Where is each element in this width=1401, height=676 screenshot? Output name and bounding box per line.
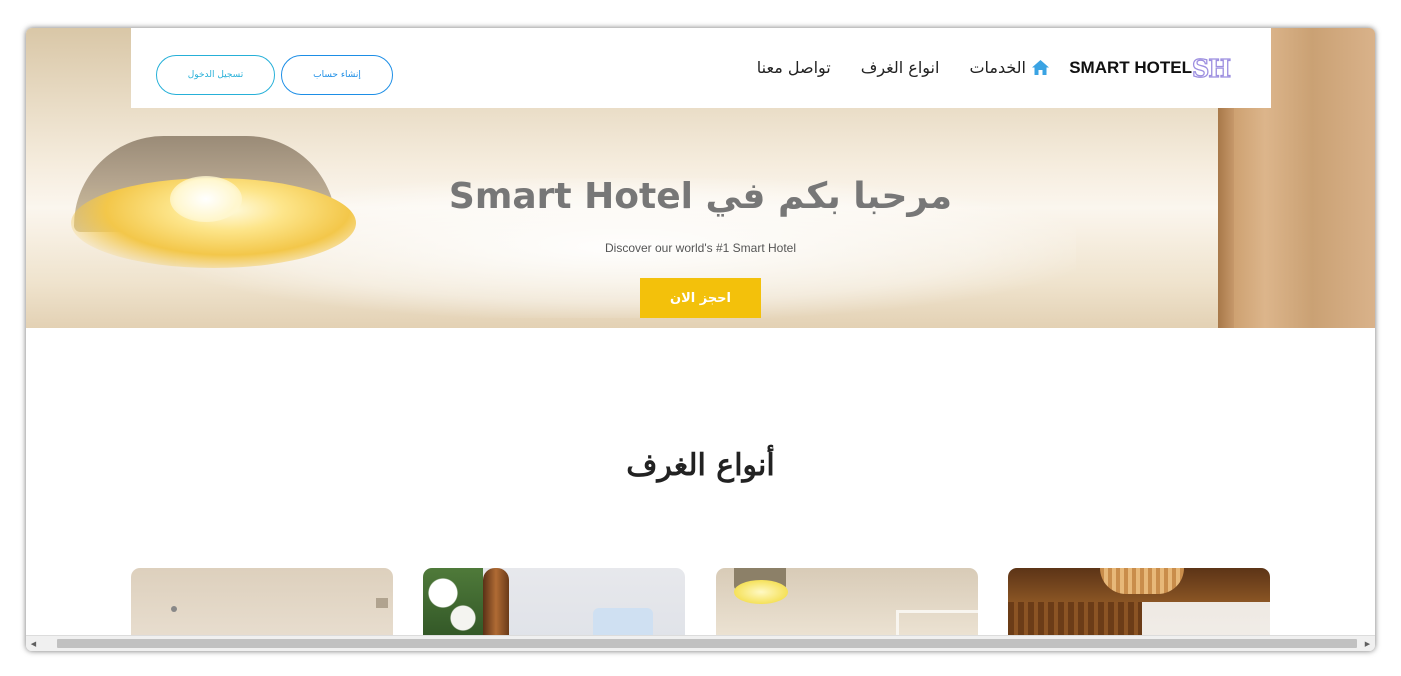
hero-subtitle: Discover our world's #1 Smart Hotel <box>604 241 797 255</box>
book-now-button[interactable]: احجز الان <box>640 278 761 318</box>
room-types-heading: أنواع الغرف <box>626 448 775 483</box>
nav-link-services-label: الخدمات <box>969 58 1026 77</box>
nav-link-room-types[interactable]: انواع الغرف <box>861 58 940 77</box>
nav-link-room-types-label: انواع الغرف <box>860 58 940 77</box>
scroll-left-icon[interactable]: ◀ <box>26 636 41 651</box>
scroll-right-icon[interactable]: ▶ <box>1360 636 1375 651</box>
nav-link-contact[interactable]: تواصل معنا <box>757 58 831 77</box>
login-button[interactable]: تسجيل الدخول <box>156 55 275 95</box>
nav-links: الخدمات انواع الغرف تواصل معنا <box>757 58 1049 77</box>
hero-title: مرحبا بكم في Smart Hotel <box>448 176 953 217</box>
rattan-lamp <box>1100 568 1184 594</box>
ceiling-fixture <box>171 606 177 612</box>
register-button[interactable]: إنشاء حساب <box>281 55 393 95</box>
nav-link-services[interactable]: الخدمات <box>969 58 1049 77</box>
horizontal-scrollbar[interactable]: ◀ ▶ <box>26 635 1375 651</box>
pendant-lamp-light <box>734 580 788 604</box>
logo-mark: SH <box>1191 53 1231 83</box>
home-icon <box>1032 60 1049 75</box>
nav-link-contact-label: تواصل معنا <box>756 58 831 77</box>
wall-fixture <box>376 598 388 608</box>
scrollbar-thumb[interactable] <box>57 639 1357 648</box>
top-navbar: SH SMART HOTEL الخدمات انواع الغرف تواصل… <box>131 28 1271 108</box>
logo[interactable]: SH SMART HOTEL <box>1069 53 1231 83</box>
browser-window: مرحبا بكم في Smart Hotel Discover our wo… <box>26 28 1375 651</box>
logo-text: SMART HOTEL <box>1069 58 1192 77</box>
